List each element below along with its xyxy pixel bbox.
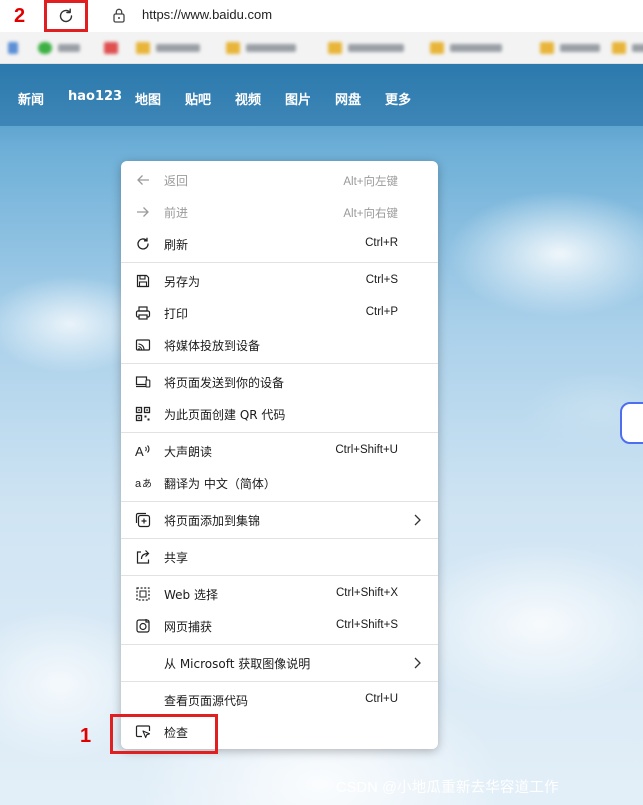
- search-box-edge[interactable]: [620, 402, 643, 444]
- menu-item-web-select[interactable]: Web 选择 Ctrl+Shift+X: [121, 578, 438, 610]
- svg-text:A: A: [135, 444, 144, 459]
- menu-item-shortcut: Alt+向右键: [343, 208, 398, 220]
- bookmark-item[interactable]: [104, 41, 118, 55]
- svg-text:a: a: [135, 478, 142, 490]
- menu-item-shortcut: Alt+向左键: [343, 176, 398, 188]
- lock-icon[interactable]: [112, 7, 126, 23]
- bookmark-item[interactable]: [612, 41, 643, 55]
- bookmark-item[interactable]: [38, 41, 80, 55]
- menu-item-send-to-device[interactable]: 将页面发送到你的设备: [121, 366, 438, 398]
- menu-item-label: 另存为: [164, 275, 201, 289]
- nav-item-map[interactable]: 地图: [135, 89, 161, 108]
- top-nav: 新闻 hao123 地图 贴吧 视频 图片 网盘 更多: [0, 64, 643, 126]
- chevron-right-icon: [414, 657, 421, 669]
- menu-item-image-descriptions[interactable]: 从 Microsoft 获取图像说明: [121, 647, 438, 679]
- annotation-number-1: 1: [80, 725, 92, 747]
- menu-item-shortcut: Ctrl+Shift+U: [335, 444, 398, 456]
- menu-item-label: 从 Microsoft 获取图像说明: [164, 657, 311, 671]
- menu-item-save-as[interactable]: 另存为 Ctrl+S: [121, 265, 438, 297]
- bookmark-item[interactable]: [430, 41, 502, 55]
- qr-code-icon: [135, 406, 151, 422]
- refresh-icon: [137, 237, 149, 250]
- save-icon: [136, 274, 150, 288]
- menu-item-label: Web 选择: [164, 588, 218, 602]
- menu-separator: [121, 262, 438, 263]
- menu-item-shortcut: Ctrl+Shift+X: [336, 587, 398, 599]
- bookmark-item[interactable]: [8, 41, 18, 55]
- menu-item-label: 将页面添加到集锦: [164, 514, 261, 528]
- nav-item-news[interactable]: 新闻: [18, 89, 44, 108]
- menu-item-shortcut: Ctrl+R: [365, 237, 398, 249]
- web-select-icon: [136, 587, 150, 601]
- menu-item-label: 为此页面创建 QR 代码: [164, 408, 286, 422]
- print-icon: [135, 306, 151, 320]
- menu-separator: [121, 644, 438, 645]
- menu-item-qr-code[interactable]: 为此页面创建 QR 代码: [121, 398, 438, 430]
- web-capture-icon: [136, 619, 150, 633]
- svg-text:あ: あ: [142, 478, 151, 490]
- menu-separator: [121, 432, 438, 433]
- menu-item-forward[interactable]: 前进 Alt+向右键: [121, 196, 438, 228]
- back-arrow-icon: [137, 175, 149, 185]
- menu-item-shortcut: Ctrl+Shift+S: [336, 619, 398, 631]
- nav-item-images[interactable]: 图片: [285, 89, 311, 108]
- menu-item-label: 将页面发送到你的设备: [164, 376, 285, 390]
- nav-item-video[interactable]: 视频: [235, 89, 261, 108]
- menu-item-web-capture[interactable]: 网页捕获 Ctrl+Shift+S: [121, 610, 438, 642]
- share-icon: [136, 550, 150, 564]
- bookmark-item[interactable]: [226, 41, 296, 55]
- menu-item-shortcut: Ctrl+P: [365, 306, 398, 318]
- menu-item-label: 查看页面源代码: [164, 694, 249, 708]
- nav-item-tieba[interactable]: 贴吧: [185, 89, 211, 108]
- watermark: CSDN @小地瓜重新去华容道工作: [336, 780, 559, 796]
- read-aloud-icon: A: [135, 444, 150, 459]
- nav-item-pan[interactable]: 网盘: [335, 89, 361, 108]
- menu-item-label: 将媒体投放到设备: [164, 339, 261, 353]
- menu-separator: [121, 501, 438, 502]
- forward-arrow-icon: [137, 207, 149, 217]
- bookmark-item[interactable]: [328, 41, 404, 55]
- reload-button[interactable]: [44, 0, 88, 32]
- menu-item-label: 前进: [164, 206, 189, 220]
- menu-item-label: 翻译为 中文（简体）: [164, 477, 276, 491]
- annotation-number-2: 2: [14, 5, 26, 27]
- refresh-icon: [59, 8, 73, 23]
- menu-item-print[interactable]: 打印 Ctrl+P: [121, 297, 438, 329]
- menu-item-label: 刷新: [164, 238, 189, 252]
- menu-item-label: 大声朗读: [164, 445, 213, 459]
- bookmark-item[interactable]: [540, 41, 600, 55]
- send-to-device-icon: [135, 376, 151, 388]
- menu-separator: [121, 538, 438, 539]
- menu-item-add-to-collections[interactable]: 将页面添加到集锦: [121, 504, 438, 536]
- menu-item-label: 返回: [164, 174, 189, 188]
- menu-item-read-aloud[interactable]: A 大声朗读 Ctrl+Shift+U: [121, 435, 438, 467]
- menu-item-label: 共享: [164, 551, 189, 565]
- menu-separator: [121, 681, 438, 682]
- address-bar: 2 https://www.baidu.com: [0, 0, 643, 32]
- url-field[interactable]: https://www.baidu.com: [142, 7, 272, 22]
- collections-icon: [135, 512, 151, 528]
- menu-item-label: 网页捕获: [164, 620, 213, 634]
- menu-item-back[interactable]: 返回 Alt+向左键: [121, 164, 438, 196]
- menu-separator: [121, 363, 438, 364]
- cast-icon: [135, 339, 151, 351]
- menu-separator: [121, 575, 438, 576]
- nav-item-more[interactable]: 更多: [385, 89, 411, 108]
- chevron-right-icon: [414, 514, 421, 526]
- menu-item-cast-media[interactable]: 将媒体投放到设备: [121, 329, 438, 361]
- bookmarks-bar: [0, 32, 643, 64]
- menu-item-refresh[interactable]: 刷新 Ctrl+R: [121, 228, 438, 260]
- context-menu: 返回 Alt+向左键 前进 Alt+向右键 刷新 Ctrl+R 另存为 Ctrl…: [121, 161, 438, 749]
- menu-item-label: 打印: [164, 307, 189, 321]
- menu-item-shortcut: Ctrl+U: [365, 693, 398, 705]
- menu-item-shortcut: Ctrl+S: [365, 274, 398, 286]
- translate-icon: aあ: [135, 478, 151, 490]
- menu-item-view-source[interactable]: 查看页面源代码 Ctrl+U: [121, 684, 438, 716]
- menu-item-share[interactable]: 共享: [121, 541, 438, 573]
- inspect-highlight-box: [110, 714, 218, 754]
- menu-item-translate[interactable]: aあ 翻译为 中文（简体）: [121, 467, 438, 499]
- bookmark-item[interactable]: [136, 41, 200, 55]
- nav-item-hao123[interactable]: hao123: [68, 89, 122, 104]
